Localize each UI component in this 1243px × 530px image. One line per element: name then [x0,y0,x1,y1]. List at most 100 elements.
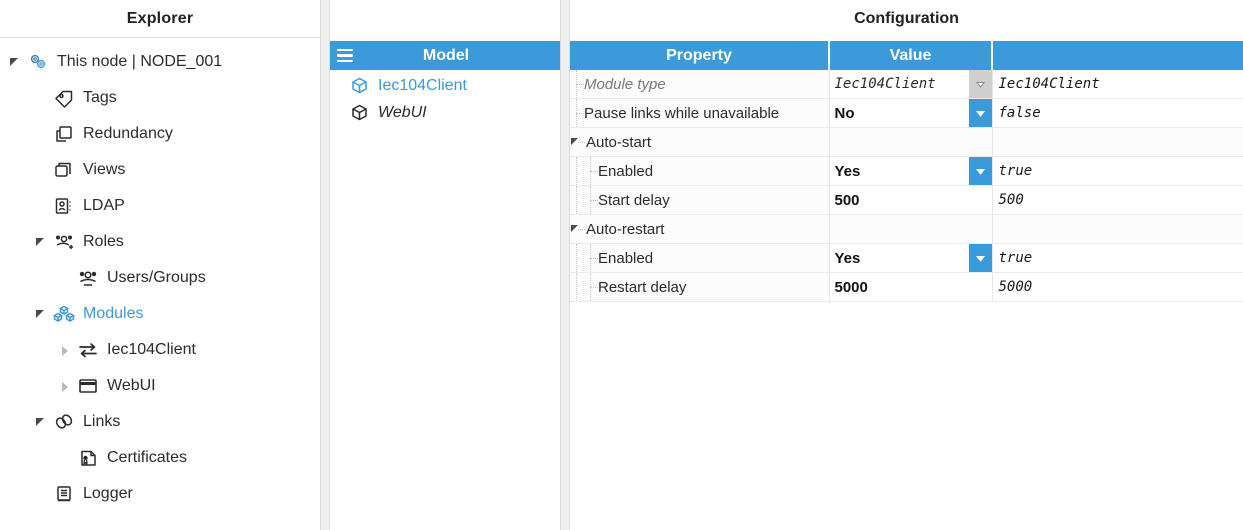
tree-guide [584,273,598,301]
value-cell[interactable]: Yes [829,243,993,273]
raw-value-cell[interactable] [992,127,1243,157]
property-label: Start delay [598,191,670,209]
tree-guide [584,157,598,185]
chevron-open-icon[interactable] [34,414,50,430]
chevron-open-icon[interactable] [34,306,50,322]
value-cell[interactable]: 500 [829,185,993,215]
value-dropdown-button[interactable] [968,157,992,185]
sidebar-item-label: Users/Groups [107,269,206,286]
sidebar-item-certificates[interactable]: Certificates [0,440,320,476]
property-cell[interactable]: Pause links while unavailable [570,98,830,128]
sidebar-item-label: WebUI [107,377,156,394]
model-list: Iec104Client WebUI [330,70,560,126]
property-label: Enabled [598,249,654,267]
configuration-title: Configuration [854,10,959,27]
column-header-property[interactable]: Property [570,41,830,70]
expander-placeholder [58,450,74,466]
tree-guide [584,186,598,214]
property-cell[interactable]: Auto-start [570,127,830,157]
raw-value-cell[interactable]: true [992,156,1243,186]
table-row[interactable]: Enabled Yes true [570,156,1243,186]
value-text: Yes [834,162,861,180]
value-cell[interactable]: No [829,98,993,128]
column-header-raw[interactable] [992,41,1243,70]
value-cell[interactable] [829,214,993,244]
expander-placeholder [34,90,50,106]
chevron-open-icon[interactable] [8,54,24,70]
link-chain-icon [52,411,76,433]
group-expander-icon[interactable] [570,215,586,243]
property-cell[interactable]: Module type [570,70,830,99]
hamburger-menu-icon[interactable] [330,48,360,63]
value-dropdown-button[interactable] [968,244,992,272]
table-header-row: Property Value [570,41,1243,70]
table-row[interactable]: Auto-start [570,127,1243,157]
sidebar-item-links[interactable]: Links [0,404,320,440]
property-label: Pause links while unavailable [584,104,780,122]
raw-value-cell[interactable]: 500 [992,185,1243,215]
gears-icon [26,51,50,73]
tree-guide [570,70,584,98]
column-header-value[interactable]: Value [829,41,993,70]
sidebar-item-redundancy[interactable]: Redundancy [0,116,320,152]
model-item[interactable]: Iec104Client [330,72,560,99]
raw-value-cell[interactable] [992,214,1243,244]
sidebar-item-tags[interactable]: Tags [0,80,320,116]
sidebar-item-roles[interactable]: Roles [0,224,320,260]
value-cell[interactable]: Yes [829,156,993,186]
table-row[interactable]: Restart delay 5000 5000 [570,272,1243,302]
table-row[interactable]: Enabled Yes true [570,243,1243,273]
sidebar-item-iec104client[interactable]: Iec104Client [0,332,320,368]
sidebar-item-ldap[interactable]: LDAP [0,188,320,224]
sidebar-item-users-groups[interactable]: Users/Groups [0,260,320,296]
value-text: Yes [834,249,861,267]
property-cell[interactable]: Enabled [570,243,830,273]
cube-icon [350,76,372,95]
chevron-closed-icon[interactable] [58,378,74,394]
raw-value-cell[interactable]: true [992,243,1243,273]
raw-value-cell[interactable]: false [992,98,1243,128]
value-dropdown-button[interactable] [968,70,992,98]
sidebar-item-label: Tags [83,89,117,106]
value-cell[interactable]: Iec104Client [829,70,993,99]
property-cell[interactable]: Restart delay [570,272,830,302]
model-config-splitter[interactable] [560,0,570,530]
property-label: Auto-start [586,133,652,151]
sidebar-item-views[interactable]: Views [0,152,320,188]
property-cell[interactable]: Enabled [570,156,830,186]
value-cell[interactable] [829,127,993,157]
users-add-icon [52,231,76,253]
raw-value-cell[interactable]: 5000 [992,272,1243,302]
sidebar-item-logger[interactable]: Logger [0,476,320,512]
tree-guide [570,244,584,272]
model-header: Model [330,41,560,70]
explorer-model-splitter[interactable] [320,0,330,530]
table-row[interactable]: Module type Iec104Client Iec104Client [570,70,1243,99]
value-dropdown-button[interactable] [968,99,992,127]
table-row[interactable]: Pause links while unavailable No false [570,98,1243,128]
chevron-closed-icon[interactable] [58,342,74,358]
model-item-label: Iec104Client [378,76,467,94]
sidebar-item-modules[interactable]: Modules [0,296,320,332]
sidebar-item-label: LDAP [83,197,125,214]
tree-guide [570,186,584,214]
sidebar-item-label: Roles [83,233,124,250]
sidebar-item-label: Logger [83,485,133,502]
expander-placeholder [34,162,50,178]
raw-value-cell[interactable]: Iec104Client [992,70,1243,99]
sidebar-item-label: This node | NODE_001 [57,53,223,70]
group-expander-icon[interactable] [570,128,586,156]
sidebar-item-webui[interactable]: WebUI [0,368,320,404]
sidebar-item-this-node-node-001[interactable]: This node | NODE_001 [0,44,320,80]
table-row[interactable]: Auto-restart [570,214,1243,244]
value-text: No [834,104,855,122]
chevron-open-icon[interactable] [34,234,50,250]
value-text: Iec104Client [834,76,936,92]
value-text: 500 [834,191,860,209]
table-row[interactable]: Start delay 500 500 [570,185,1243,215]
contact-card-icon [52,195,76,217]
value-cell[interactable]: 5000 [829,272,993,302]
model-item[interactable]: WebUI [330,99,560,126]
property-cell[interactable]: Auto-restart [570,214,830,244]
property-cell[interactable]: Start delay [570,185,830,215]
